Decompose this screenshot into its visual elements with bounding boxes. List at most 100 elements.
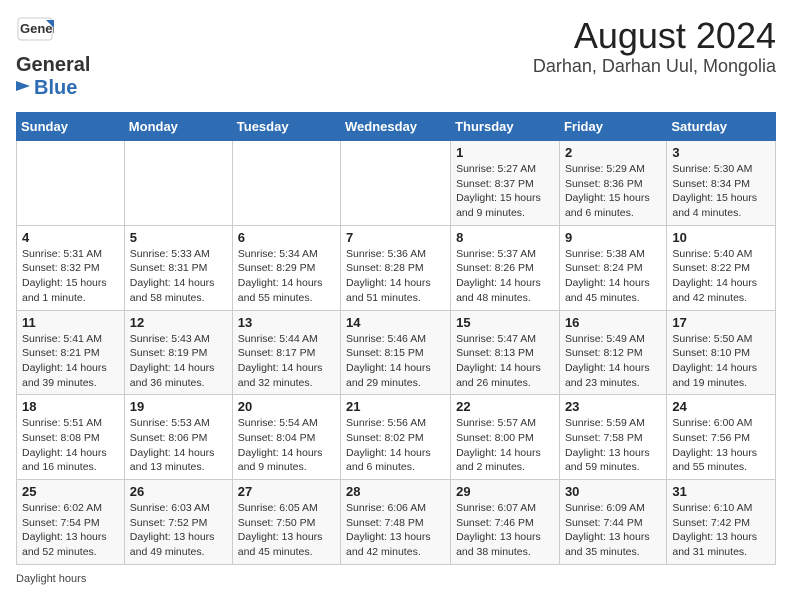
- day-number: 1: [456, 145, 554, 160]
- calendar-cell: 6Sunrise: 5:34 AM Sunset: 8:29 PM Daylig…: [232, 225, 340, 310]
- day-number: 30: [565, 484, 661, 499]
- svg-text:General: General: [20, 21, 54, 36]
- calendar-week-row: 4Sunrise: 5:31 AM Sunset: 8:32 PM Daylig…: [17, 225, 776, 310]
- day-info: Sunrise: 5:38 AM Sunset: 8:24 PM Dayligh…: [565, 247, 661, 306]
- calendar-cell: 30 Sunrise: 6:09 AM Sunset: 7:44 PM Dayli…: [559, 480, 666, 565]
- calendar-cell: 24Sunrise: 6:00 AM Sunset: 7:56 PM Dayli…: [667, 395, 776, 480]
- calendar-week-row: 18Sunrise: 5:51 AM Sunset: 8:08 PM Dayli…: [17, 395, 776, 480]
- weekday-header-wednesday: Wednesday: [341, 113, 451, 141]
- day-info: Sunrise: 6:03 AM Sunset: 7:52 PM Dayligh…: [130, 501, 227, 560]
- calendar-cell: [232, 141, 340, 226]
- day-number: 11: [22, 315, 119, 330]
- logo: General General Blue: [16, 16, 90, 100]
- day-number: 16: [565, 315, 661, 330]
- page-title: August 2024: [533, 16, 776, 56]
- calendar-cell: 19Sunrise: 5:53 AM Sunset: 8:06 PM Dayli…: [124, 395, 232, 480]
- day-number: 10: [672, 230, 770, 245]
- day-number: 27: [238, 484, 335, 499]
- weekday-header-sunday: Sunday: [17, 113, 125, 141]
- day-info: Sunrise: 5:36 AM Sunset: 8:28 PM Dayligh…: [346, 247, 445, 306]
- day-number: 23: [565, 399, 661, 414]
- day-info: Sunrise: 5:54 AM Sunset: 8:04 PM Dayligh…: [238, 416, 335, 475]
- day-info: Sunrise: 5:37 AM Sunset: 8:26 PM Dayligh…: [456, 247, 554, 306]
- day-info: Sunrise: 5:49 AM Sunset: 8:12 PM Dayligh…: [565, 332, 661, 391]
- calendar-cell: 21Sunrise: 5:56 AM Sunset: 8:02 PM Dayli…: [341, 395, 451, 480]
- calendar-week-row: 25 Sunrise: 6:02 AM Sunset: 7:54 PM Dayli…: [17, 480, 776, 565]
- day-info: Sunrise: 5:41 AM Sunset: 8:21 PM Dayligh…: [22, 332, 119, 391]
- logo-flag-icon: [16, 81, 32, 97]
- weekday-header-thursday: Thursday: [451, 113, 560, 141]
- day-number: 5: [130, 230, 227, 245]
- calendar-header-row: SundayMondayTuesdayWednesdayThursdayFrid…: [17, 113, 776, 141]
- day-info: Sunrise: 5:57 AM Sunset: 8:00 PM Dayligh…: [456, 416, 554, 475]
- logo-icon: General: [16, 16, 54, 54]
- day-info: Sunrise: 5:27 AM Sunset: 8:37 PM Dayligh…: [456, 162, 554, 221]
- day-number: 20: [238, 399, 335, 414]
- calendar-cell: 14 Sunrise: 5:46 AM Sunset: 8:15 PM Dayli…: [341, 310, 451, 395]
- calendar-cell: 15 Sunrise: 5:47 AM Sunset: 8:13 PM Dayli…: [451, 310, 560, 395]
- calendar-cell: 22 Sunrise: 5:57 AM Sunset: 8:00 PM Dayli…: [451, 395, 560, 480]
- calendar-cell: 3 Sunrise: 5:30 AM Sunset: 8:34 PM Daylig…: [667, 141, 776, 226]
- calendar-cell: 13 Sunrise: 5:44 AM Sunset: 8:17 PM Dayli…: [232, 310, 340, 395]
- calendar-week-row: 11 Sunrise: 5:41 AM Sunset: 8:21 PM Dayli…: [17, 310, 776, 395]
- day-info: Sunrise: 6:05 AM Sunset: 7:50 PM Dayligh…: [238, 501, 335, 560]
- day-number: 14: [346, 315, 445, 330]
- day-info: Sunrise: 6:02 AM Sunset: 7:54 PM Dayligh…: [22, 501, 119, 560]
- day-info: Sunrise: 5:56 AM Sunset: 8:02 PM Dayligh…: [346, 416, 445, 475]
- calendar-table: SundayMondayTuesdayWednesdayThursdayFrid…: [16, 112, 776, 565]
- calendar-cell: 16 Sunrise: 5:49 AM Sunset: 8:12 PM Dayli…: [559, 310, 666, 395]
- day-number: 4: [22, 230, 119, 245]
- calendar-cell: 27 Sunrise: 6:05 AM Sunset: 7:50 PM Dayli…: [232, 480, 340, 565]
- calendar-cell: 12 Sunrise: 5:43 AM Sunset: 8:19 PM Dayli…: [124, 310, 232, 395]
- calendar-cell: 18Sunrise: 5:51 AM Sunset: 8:08 PM Dayli…: [17, 395, 125, 480]
- day-info: Sunrise: 5:33 AM Sunset: 8:31 PM Dayligh…: [130, 247, 227, 306]
- day-info: Sunrise: 5:29 AM Sunset: 8:36 PM Dayligh…: [565, 162, 661, 221]
- day-number: 7: [346, 230, 445, 245]
- logo-blue: Blue: [34, 77, 77, 100]
- calendar-cell: 20 Sunrise: 5:54 AM Sunset: 8:04 PM Dayli…: [232, 395, 340, 480]
- day-info: Sunrise: 5:50 AM Sunset: 8:10 PM Dayligh…: [672, 332, 770, 391]
- calendar-cell: 17 Sunrise: 5:50 AM Sunset: 8:10 PM Dayli…: [667, 310, 776, 395]
- day-info: Sunrise: 5:44 AM Sunset: 8:17 PM Dayligh…: [238, 332, 335, 391]
- calendar-cell: 25 Sunrise: 6:02 AM Sunset: 7:54 PM Dayli…: [17, 480, 125, 565]
- calendar-cell: 10 Sunrise: 5:40 AM Sunset: 8:22 PM Dayli…: [667, 225, 776, 310]
- day-info: Sunrise: 6:00 AM Sunset: 7:56 PM Dayligh…: [672, 416, 770, 475]
- day-info: Sunrise: 5:43 AM Sunset: 8:19 PM Dayligh…: [130, 332, 227, 391]
- calendar-cell: 7 Sunrise: 5:36 AM Sunset: 8:28 PM Daylig…: [341, 225, 451, 310]
- day-number: 15: [456, 315, 554, 330]
- weekday-header-friday: Friday: [559, 113, 666, 141]
- day-info: Sunrise: 5:34 AM Sunset: 8:29 PM Dayligh…: [238, 247, 335, 306]
- calendar-cell: 31Sunrise: 6:10 AM Sunset: 7:42 PM Dayli…: [667, 480, 776, 565]
- day-number: 13: [238, 315, 335, 330]
- day-number: 12: [130, 315, 227, 330]
- day-number: 3: [672, 145, 770, 160]
- calendar-cell: 1 Sunrise: 5:27 AM Sunset: 8:37 PM Daylig…: [451, 141, 560, 226]
- calendar-cell: 23Sunrise: 5:59 AM Sunset: 7:58 PM Dayli…: [559, 395, 666, 480]
- day-number: 22: [456, 399, 554, 414]
- day-info: Sunrise: 5:53 AM Sunset: 8:06 PM Dayligh…: [130, 416, 227, 475]
- calendar-cell: 11 Sunrise: 5:41 AM Sunset: 8:21 PM Dayli…: [17, 310, 125, 395]
- day-number: 25: [22, 484, 119, 499]
- weekday-header-saturday: Saturday: [667, 113, 776, 141]
- day-info: Sunrise: 5:47 AM Sunset: 8:13 PM Dayligh…: [456, 332, 554, 391]
- day-number: 9: [565, 230, 661, 245]
- calendar-cell: 26 Sunrise: 6:03 AM Sunset: 7:52 PM Dayli…: [124, 480, 232, 565]
- day-info: Sunrise: 5:30 AM Sunset: 8:34 PM Dayligh…: [672, 162, 770, 221]
- day-number: 28: [346, 484, 445, 499]
- day-number: 29: [456, 484, 554, 499]
- calendar-cell: [124, 141, 232, 226]
- calendar-cell: 9 Sunrise: 5:38 AM Sunset: 8:24 PM Daylig…: [559, 225, 666, 310]
- calendar-cell: 29Sunrise: 6:07 AM Sunset: 7:46 PM Dayli…: [451, 480, 560, 565]
- day-number: 2: [565, 145, 661, 160]
- calendar-cell: 8Sunrise: 5:37 AM Sunset: 8:26 PM Daylig…: [451, 225, 560, 310]
- day-info: Sunrise: 5:40 AM Sunset: 8:22 PM Dayligh…: [672, 247, 770, 306]
- day-info: Sunrise: 6:09 AM Sunset: 7:44 PM Dayligh…: [565, 501, 661, 560]
- day-number: 31: [672, 484, 770, 499]
- weekday-header-monday: Monday: [124, 113, 232, 141]
- calendar-cell: [17, 141, 125, 226]
- day-info: Sunrise: 5:46 AM Sunset: 8:15 PM Dayligh…: [346, 332, 445, 391]
- day-number: 26: [130, 484, 227, 499]
- day-number: 17: [672, 315, 770, 330]
- calendar-cell: [341, 141, 451, 226]
- footer-note: Daylight hours: [16, 573, 776, 585]
